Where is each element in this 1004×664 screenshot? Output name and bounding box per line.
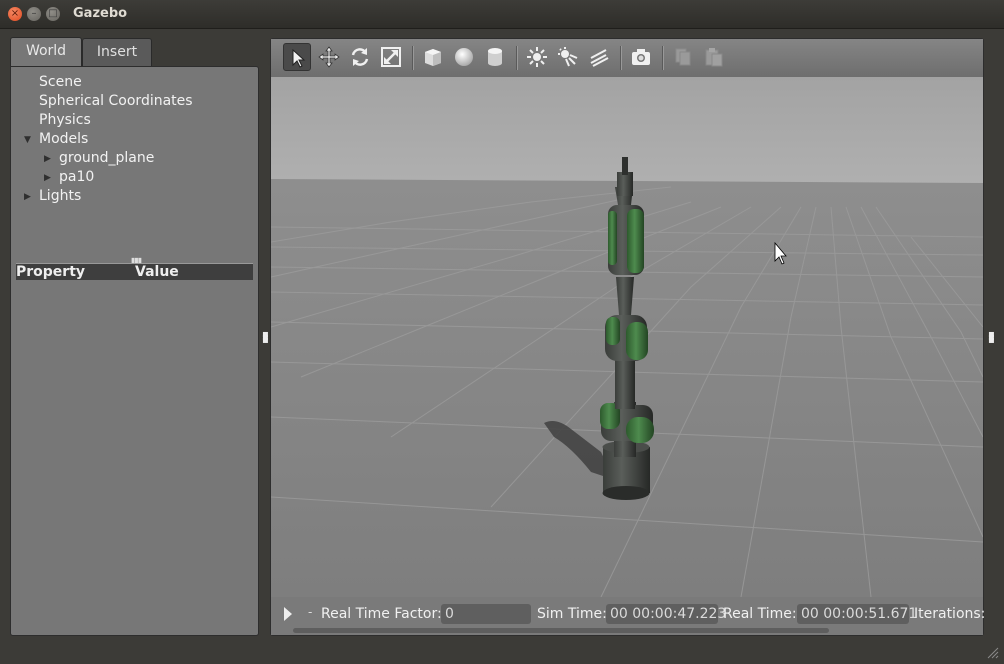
resize-grip-icon[interactable] — [984, 644, 1000, 660]
expanded-arrow-icon[interactable]: ▼ — [24, 135, 31, 145]
close-window-button[interactable]: × — [8, 7, 22, 21]
scene-render[interactable] — [271, 77, 983, 597]
spot-light-icon[interactable] — [554, 43, 582, 71]
left-splitter-handle[interactable]: ▪ ▪ ▪ — [262, 330, 269, 346]
render-panel: - Real Time Factor: 0 Sim Time: 00 00:00… — [270, 38, 986, 636]
real-time-factor-label: Real Time Factor: — [321, 606, 442, 622]
sphere-shape-icon[interactable] — [450, 43, 478, 71]
window-title: Gazebo — [73, 6, 128, 21]
point-light-icon[interactable] — [523, 43, 551, 71]
screenshot-camera-icon[interactable] — [627, 43, 655, 71]
real-time-value: 00 00:00:51.671 — [797, 604, 917, 624]
iterations-label: Iterations: — [914, 606, 986, 622]
real-time-label: Real Time: — [723, 606, 797, 622]
right-splitter-handle[interactable]: ▪ ▪ ▪ — [988, 330, 995, 346]
tab-insert[interactable]: Insert — [82, 38, 152, 66]
select-arrow-icon[interactable] — [283, 43, 311, 71]
collapsed-arrow-icon[interactable]: ▶ — [24, 192, 31, 202]
minimize-window-button[interactable]: – — [27, 7, 41, 21]
toolbar — [271, 39, 983, 77]
maximize-window-button[interactable]: □ — [46, 7, 60, 21]
status-bar: - Real Time Factor: 0 Sim Time: 00 00:00… — [271, 597, 986, 635]
sim-time-value: 00 00:00:47.223 — [606, 604, 726, 624]
translate-icon[interactable] — [315, 43, 343, 71]
tree-item-pa10[interactable]: pa10 — [59, 169, 94, 185]
directional-light-icon[interactable] — [585, 43, 613, 71]
tree-item-ground-plane[interactable]: ground_plane — [59, 150, 154, 166]
copy-icon[interactable] — [669, 43, 697, 71]
play-icon[interactable] — [284, 607, 292, 621]
tab-world[interactable]: World — [10, 37, 82, 67]
collapsed-arrow-icon[interactable]: ▶ — [44, 173, 51, 183]
box-shape-icon[interactable] — [419, 43, 447, 71]
tree-item-lights[interactable]: Lights — [39, 188, 81, 204]
real-time-factor-value: 0 — [441, 604, 531, 624]
sim-time-label: Sim Time: — [537, 606, 607, 622]
collapsed-arrow-icon[interactable]: ▶ — [44, 154, 51, 164]
scale-icon[interactable] — [377, 43, 405, 71]
world-panel: Scene Spherical Coordinates Physics ▼ Mo… — [10, 66, 259, 636]
rotate-icon[interactable] — [346, 43, 374, 71]
cylinder-shape-icon[interactable] — [481, 43, 509, 71]
paste-icon[interactable] — [700, 43, 728, 71]
3d-viewport[interactable] — [271, 77, 983, 597]
status-scrollbar[interactable] — [293, 628, 829, 633]
value-column-header[interactable]: Value — [135, 264, 179, 280]
tree-item-physics[interactable]: Physics — [39, 112, 91, 128]
property-table-header: Property Value — [16, 263, 253, 280]
tree-item-scene[interactable]: Scene — [39, 74, 82, 90]
window-titlebar: × – □ Gazebo — [0, 0, 1004, 29]
tree-item-spherical-coordinates[interactable]: Spherical Coordinates — [39, 93, 193, 109]
tree-item-models[interactable]: Models — [39, 131, 88, 147]
property-column-header[interactable]: Property — [16, 264, 85, 280]
step-icon[interactable]: - — [308, 605, 312, 619]
